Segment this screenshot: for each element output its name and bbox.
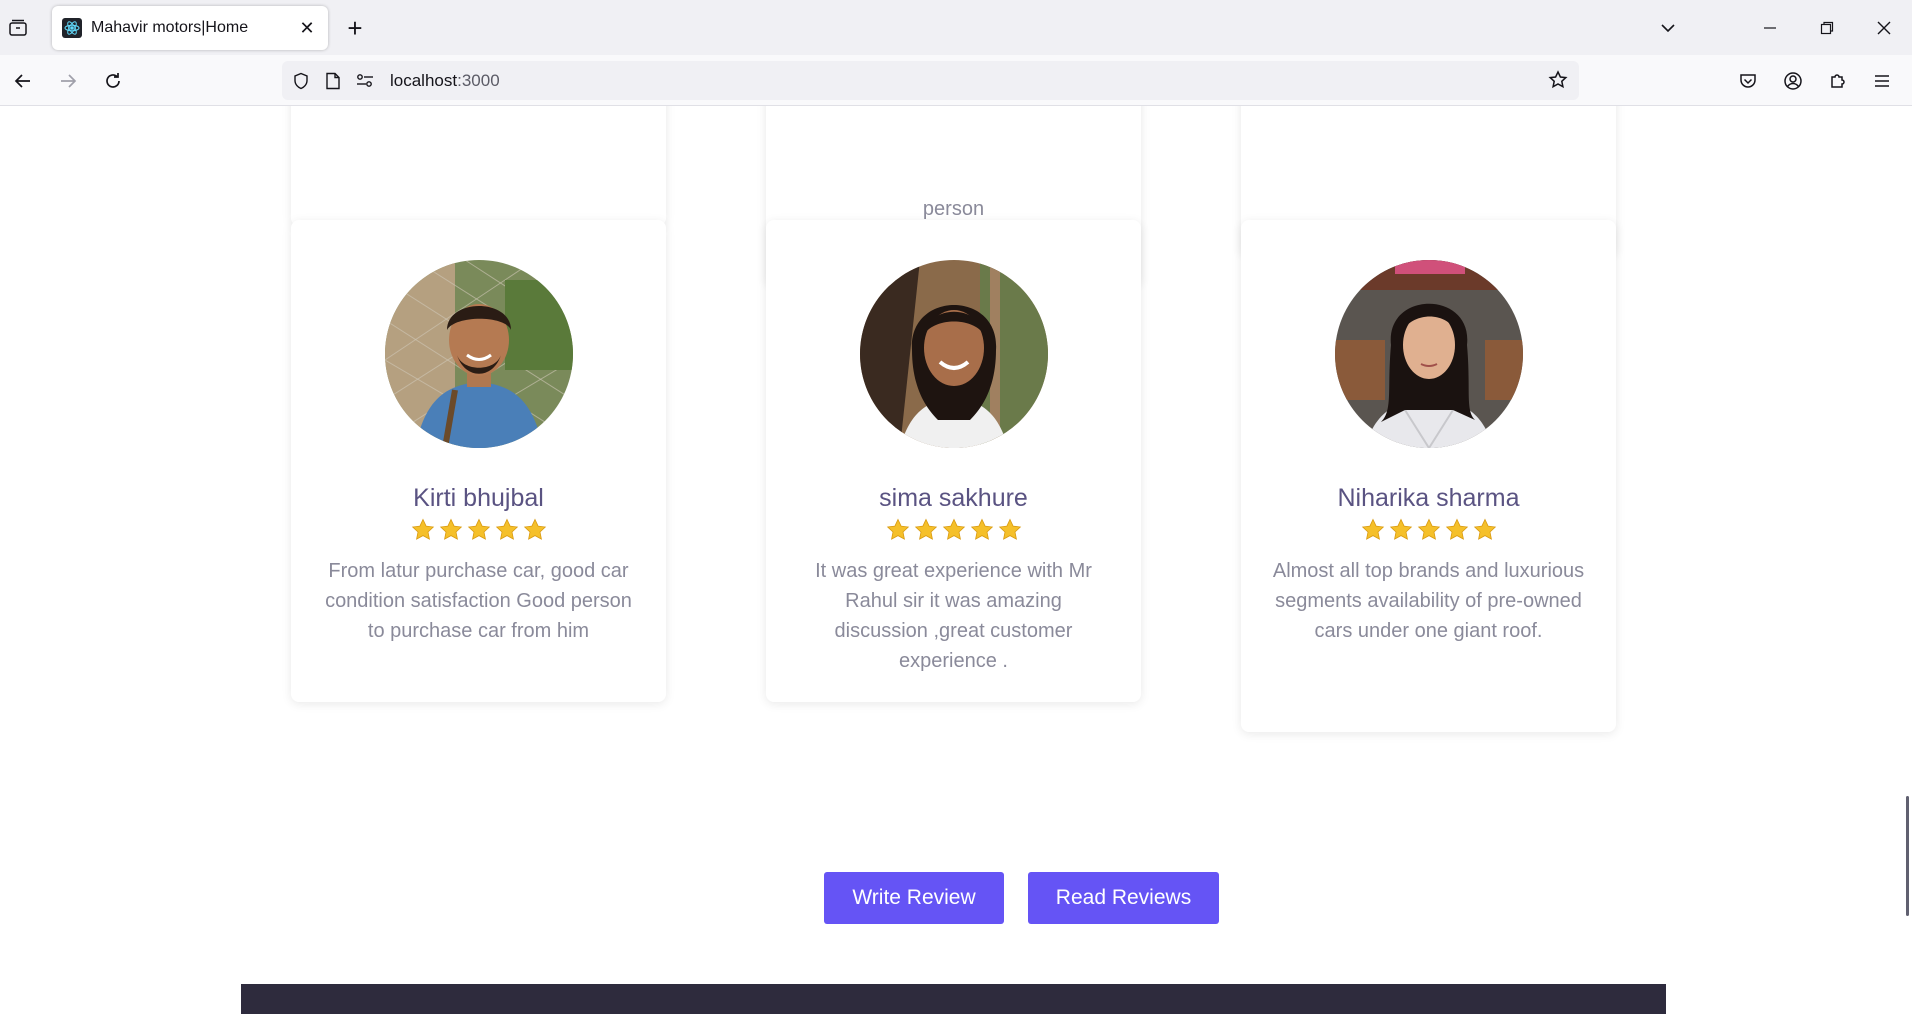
review-card: Kirti bhujbal From latur purchase car, g… <box>291 220 666 702</box>
reload-icon[interactable] <box>98 66 128 96</box>
permissions-icon[interactable] <box>354 70 376 92</box>
review-text: person <box>922 198 985 220</box>
reviewer-avatar <box>384 260 573 448</box>
bookmark-star-icon[interactable] <box>1547 69 1569 91</box>
star-icon <box>970 518 993 540</box>
reviewer-avatar <box>1334 260 1523 448</box>
star-icon <box>1445 518 1468 540</box>
star-rating <box>291 518 666 542</box>
browser-nav-bar: localhost:3000 <box>0 55 1912 106</box>
star-icon <box>886 518 909 540</box>
review-card: sima sakhure It was great experience wit… <box>766 220 1141 702</box>
menu-hamburger-icon[interactable] <box>1867 66 1897 96</box>
address-bar[interactable]: localhost:3000 <box>282 61 1579 100</box>
star-icon <box>1417 518 1440 540</box>
star-icon <box>495 518 518 540</box>
new-tab-icon[interactable]: + <box>341 13 369 43</box>
star-icon <box>467 518 490 540</box>
write-review-button[interactable]: Write Review <box>824 872 1004 924</box>
restore-icon[interactable] <box>1811 12 1843 44</box>
star-icon <box>998 518 1021 540</box>
read-reviews-button[interactable]: Read Reviews <box>1028 872 1219 924</box>
star-icon <box>942 518 965 540</box>
forward-arrow-icon[interactable] <box>53 66 83 96</box>
review-text: It was great experience with Mr Rahul si… <box>815 560 1092 672</box>
list-all-tabs-icon[interactable] <box>1652 12 1684 44</box>
account-icon[interactable] <box>1778 66 1808 96</box>
close-window-icon[interactable] <box>1868 12 1900 44</box>
url-port: :3000 <box>457 70 500 90</box>
previous-review-card <box>291 106 666 226</box>
react-favicon-icon <box>62 18 82 38</box>
url-host: localhost <box>390 70 458 90</box>
review-text: From latur purchase car, good car condit… <box>325 560 632 642</box>
minimize-icon[interactable] <box>1754 12 1786 44</box>
page-scrollbar[interactable] <box>1906 796 1909 916</box>
star-icon <box>1389 518 1412 540</box>
star-rating <box>766 518 1141 542</box>
star-icon <box>523 518 546 540</box>
star-icon <box>914 518 937 540</box>
star-icon <box>1361 518 1384 540</box>
reviewer-avatar <box>859 260 1048 448</box>
page-content: person Kirti bhujbal From latur purchase… <box>0 106 1912 1014</box>
footer <box>241 984 1666 1014</box>
pocket-icon[interactable] <box>1733 66 1763 96</box>
tracking-protection-shield-icon[interactable] <box>290 70 312 92</box>
extensions-icon[interactable] <box>1823 66 1853 96</box>
review-card: Niharika sharma Almost all top brands an… <box>1241 220 1616 732</box>
page-info-icon[interactable] <box>322 70 344 92</box>
reviewer-name: sima sakhure <box>879 484 1028 512</box>
star-icon <box>411 518 434 540</box>
star-icon <box>1473 518 1496 540</box>
back-arrow-icon[interactable] <box>8 66 38 96</box>
tab-close-icon[interactable]: ✕ <box>296 17 318 39</box>
tab-list-icon[interactable] <box>5 15 31 41</box>
star-icon <box>439 518 462 540</box>
tab-title: Mahavir motors|Home <box>91 19 249 36</box>
review-text: Almost all top brands and luxurious segm… <box>1272 560 1585 642</box>
reviewer-name: Kirti bhujbal <box>413 484 544 512</box>
url-text: localhost:3000 <box>390 71 500 91</box>
browser-tab[interactable]: Mahavir motors|Home ✕ <box>52 6 328 50</box>
reviewer-name: Niharika sharma <box>1337 484 1520 512</box>
browser-tab-bar: Mahavir motors|Home ✕ + <box>0 0 1912 55</box>
star-rating <box>1241 518 1616 542</box>
